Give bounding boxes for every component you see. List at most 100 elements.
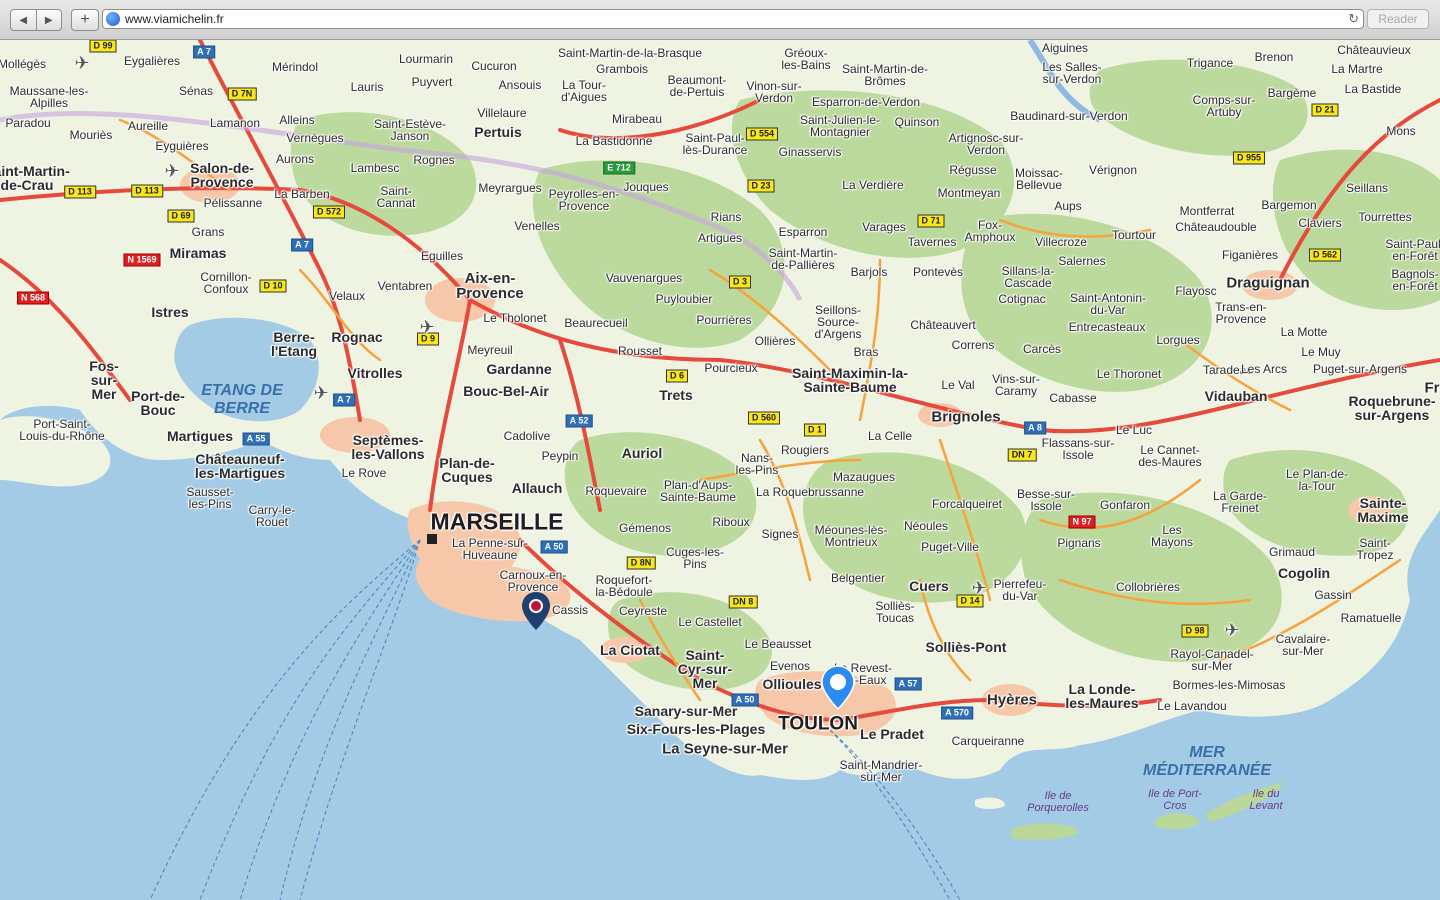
town-label[interactable]: Alleins (279, 114, 314, 126)
town-label[interactable]: Jouques (623, 181, 668, 193)
map-canvas[interactable]: MARSEILLE TOULON Aix-en-Provence ETANG D… (0, 40, 1440, 900)
town-label[interactable]: Martigues (167, 429, 233, 443)
town-label[interactable]: Plan-de-Cuques (437, 456, 497, 484)
town-label[interactable]: Ventabren (378, 280, 433, 292)
town-label[interactable]: Entrecasteaux (1069, 321, 1146, 333)
town-label[interactable]: Miramas (170, 246, 227, 260)
town-label[interactable]: Saint-Paul-lès-Durance (680, 132, 750, 156)
town-label[interactable]: La Penne-sur-Huveaune (445, 537, 535, 561)
town-label[interactable]: Carcès (1023, 343, 1061, 355)
town-label[interactable]: La Roquebrussanne (756, 486, 864, 498)
town-label[interactable]: Fox-Amphoux (960, 219, 1020, 243)
town-label[interactable]: Mazaugues (833, 471, 895, 483)
town-label[interactable]: Berre-l'Etang (264, 330, 324, 358)
town-label[interactable]: La Celle (868, 430, 912, 442)
town-label[interactable]: Rousset (618, 345, 662, 357)
town-label[interactable]: Gréoux-les-Bains (776, 47, 836, 71)
town-label[interactable]: La Motte (1281, 326, 1328, 338)
town-label[interactable]: Lamanon (210, 117, 260, 129)
town-label[interactable]: Esparron-de-Verdon (812, 96, 920, 108)
town-label[interactable]: Sillans-la-Cascade (993, 265, 1063, 289)
town-label[interactable]: Le Beausset (745, 638, 812, 650)
town-label[interactable]: Pélissanne (204, 197, 263, 209)
town-label[interactable]: Mons (1386, 125, 1415, 137)
town-label[interactable]: Vérignon (1089, 164, 1137, 176)
town-label[interactable]: Grans (192, 226, 225, 238)
town-label[interactable]: Saint-Cyr-sur-Mer (675, 648, 735, 690)
town-label[interactable]: Ceyreste (619, 605, 667, 617)
town-label[interactable]: Velaux (329, 290, 365, 302)
town-label[interactable]: Mérindol (272, 61, 318, 73)
town-label[interactable]: La Garde-Freinet (1205, 490, 1275, 514)
town-label[interactable]: Port-de-Bouc (128, 389, 188, 417)
town-label[interactable]: Ansouis (499, 79, 542, 91)
town-label[interactable]: Saint-Martin-de-Crau (0, 164, 72, 192)
town-label[interactable]: Pontevès (913, 266, 963, 278)
town-label[interactable]: Cotignac (998, 293, 1045, 305)
town-label[interactable]: Carqueiranne (952, 735, 1025, 747)
town-label[interactable]: La Martre (1331, 63, 1382, 75)
town-label[interactable]: Claviers (1298, 217, 1341, 229)
town-label[interactable]: La Londe-les-Maures (1057, 682, 1147, 710)
town-label[interactable]: Solliès-Pont (926, 640, 1007, 654)
town-label[interactable]: Plan-d'Aups-Sainte-Baume (653, 479, 743, 503)
town-label[interactable]: Auriol (622, 446, 662, 460)
town-label[interactable]: Pourcieux (704, 362, 757, 374)
town-label[interactable]: Le Pradet (860, 727, 924, 741)
town-label[interactable]: Puget-sur-Argens (1313, 363, 1407, 375)
town-label[interactable]: Artignosc-sur-Verdon (946, 132, 1026, 156)
town-label[interactable]: Varages (862, 221, 906, 233)
town-label[interactable]: Bras (854, 346, 879, 358)
town-label[interactable]: Sénas (179, 85, 213, 97)
town-label[interactable]: Saint-Martin-de-Pallières (763, 247, 843, 271)
town-label[interactable]: Eygalières (124, 55, 180, 67)
reader-button[interactable]: Reader (1367, 9, 1429, 29)
town-label[interactable]: Châteauvert (910, 319, 975, 331)
town-label[interactable]: La Bastide (1345, 83, 1402, 95)
town-label[interactable]: Trets (659, 388, 692, 402)
town-label[interactable]: Vitrolles (348, 366, 403, 380)
map-marker-blue-icon[interactable] (821, 665, 855, 711)
town-label[interactable]: Cogolin (1278, 566, 1330, 580)
town-label[interactable]: Lourmarin (399, 53, 453, 65)
town-label[interactable]: Seillons-Source-d'Argens (798, 304, 878, 340)
town-label[interactable]: Châteauneuf-les-Martigues (190, 452, 290, 480)
town-label[interactable]: Trans-en-Provence (1211, 301, 1271, 325)
town-label[interactable]: Brenon (1255, 51, 1294, 63)
town-label[interactable]: Vauvenargues (606, 272, 683, 284)
town-label[interactable]: Grambois (596, 63, 648, 75)
town-label[interactable]: Tourrettes (1358, 211, 1411, 223)
town-label[interactable]: Montmeyan (938, 187, 1001, 199)
town-label[interactable]: Flassans-sur-Issole (1038, 437, 1118, 461)
town-label[interactable]: Trigance (1187, 57, 1233, 69)
new-tab-button[interactable]: + (71, 9, 99, 31)
city-label-marseille[interactable]: MARSEILLE (431, 510, 564, 534)
town-label[interactable]: Forcalqueiret (932, 498, 1002, 510)
town-label[interactable]: Barjols (851, 266, 888, 278)
town-label[interactable]: Solliès-Toucas (870, 600, 920, 624)
town-label[interactable]: Grimaud (1269, 546, 1315, 558)
town-label[interactable]: Fr (1425, 381, 1440, 396)
url-text[interactable]: www.viamichelin.fr (125, 12, 224, 26)
town-label[interactable]: Cabasse (1049, 392, 1096, 404)
town-label[interactable]: Rians (711, 211, 742, 223)
town-label[interactable]: Lambesc (351, 162, 400, 174)
town-label[interactable]: Roquevaire (585, 485, 646, 497)
town-label[interactable]: Lorgues (1156, 334, 1199, 346)
town-label[interactable]: Eguilles (421, 250, 463, 262)
town-label[interactable]: Villelaure (477, 107, 526, 119)
town-label[interactable]: Fos-sur-Mer (79, 359, 129, 401)
town-label[interactable]: Baudinard-sur-Verdon (1010, 110, 1127, 122)
town-label[interactable]: Draguignan (1226, 276, 1309, 291)
town-label[interactable]: Saint-Paul-en-Forêt (1385, 238, 1440, 262)
town-label[interactable]: Meyrargues (478, 182, 541, 194)
town-label[interactable]: Bouc-Bel-Air (463, 384, 549, 398)
town-label[interactable]: Rognes (413, 154, 454, 166)
town-label[interactable]: Moissac-Bellevue (1009, 167, 1069, 191)
town-label[interactable]: Peypin (542, 450, 579, 462)
town-label[interactable]: Le Muy (1301, 346, 1340, 358)
town-label[interactable]: Carry-le-Rouet (247, 504, 297, 528)
town-label[interactable]: Salon-de-Provence (182, 161, 262, 189)
town-label[interactable]: Eyguières (155, 140, 208, 152)
town-label[interactable]: Brignoles (931, 410, 1000, 425)
